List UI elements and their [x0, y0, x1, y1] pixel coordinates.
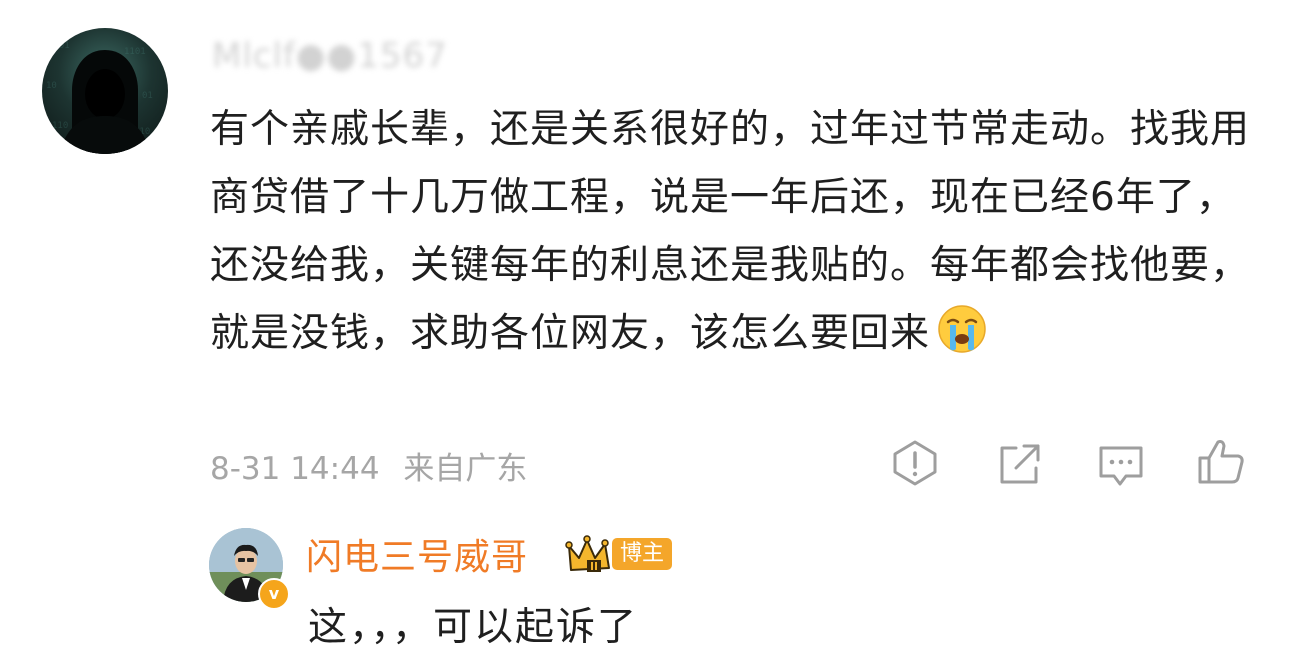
svg-text:110: 110	[52, 121, 68, 131]
reply-icon[interactable]	[1096, 440, 1146, 490]
comment-location: 来自广东	[403, 451, 528, 487]
comment-text: 有个亲戚长辈，还是关系很好的，过年过节常走动。找我用商贷借了十几万做工程，说是一…	[210, 107, 1251, 356]
commenter-avatar[interactable]: 0101 1101 10 01 110 010	[42, 28, 168, 154]
like-icon[interactable]	[1196, 436, 1246, 486]
report-icon[interactable]	[890, 438, 940, 488]
share-icon[interactable]	[994, 440, 1044, 490]
reply-text: 这，，，可以起诉了	[308, 605, 639, 650]
comment-meta: 8-31 14:44 来自广东	[210, 443, 541, 488]
svg-text:01: 01	[142, 91, 153, 101]
verified-badge-icon: v	[258, 578, 290, 610]
crying-face-emoji-icon	[936, 303, 988, 355]
comment-time: 8-31 14:44	[210, 451, 380, 487]
blogger-badge: 博主	[612, 538, 673, 570]
comment-body: 有个亲戚长辈，还是关系很好的，过年过节常走动。找我用商贷借了十几万做工程，说是一…	[210, 96, 1250, 368]
reply-author-name[interactable]: 闪电三号威哥	[306, 528, 528, 580]
svg-text:0101: 0101	[48, 41, 70, 51]
svg-text:1101: 1101	[124, 47, 146, 57]
commenter-username[interactable]: Mlclf●●1567	[212, 36, 448, 76]
svg-text:10: 10	[46, 81, 57, 91]
